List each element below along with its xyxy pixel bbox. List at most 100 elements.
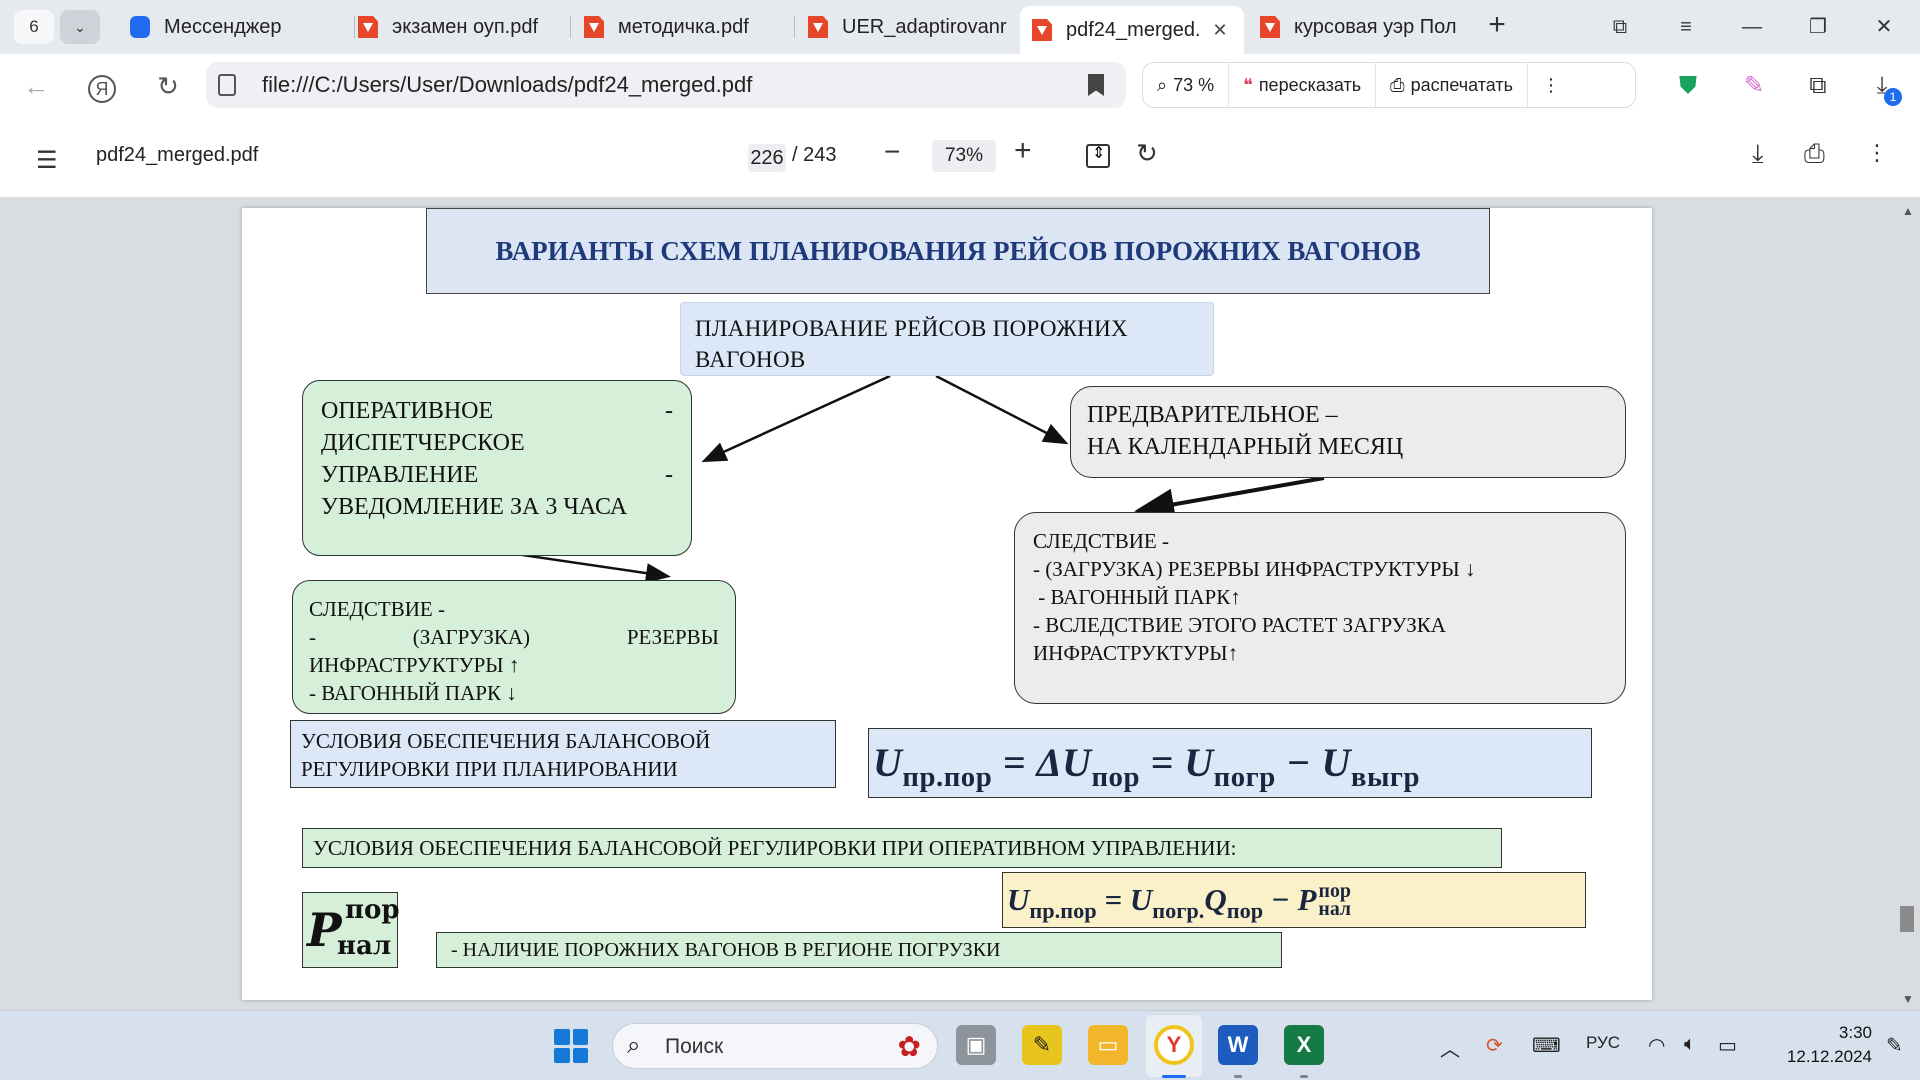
pdf-toolbar: ☰ pdf24_merged.pdf 226 / 243 − 73% + ↻ ⤓… <box>0 116 1920 198</box>
preliminary-line1: ПРЕДВАРИТЕЛЬНОЕ – <box>1087 402 1338 428</box>
fit-page-icon[interactable] <box>1086 143 1110 168</box>
app-indicator <box>1234 1075 1242 1078</box>
yandex-browser-icon[interactable]: Y <box>1154 1025 1194 1065</box>
consequence-right-line1: СЛЕДСТВИЕ - <box>1033 529 1169 553</box>
operative-line4: УВЕДОМЛЕНИЕ ЗА 3 ЧАСА <box>321 494 628 520</box>
tab-messenger[interactable]: Мессенджер <box>118 6 352 48</box>
tab-count-button[interactable]: 6 <box>14 10 54 44</box>
printer-icon: ⎙ <box>1390 74 1405 95</box>
excel-icon[interactable]: X <box>1284 1025 1324 1065</box>
retell-label: пересказать <box>1258 74 1362 95</box>
vertical-scrollbar[interactable]: ▲ ▼ <box>1892 198 1920 1010</box>
formula2-sub1: пр.пор <box>1029 897 1097 923</box>
arrow-root-to-operative <box>701 374 891 463</box>
language-indicator[interactable]: РУС <box>1586 1033 1620 1053</box>
back-arrow-icon[interactable]: ← <box>16 66 56 106</box>
search-icon: ⌕ <box>627 1032 641 1059</box>
print-button[interactable]: ⎙ распечатать <box>1376 62 1529 108</box>
yandex-logo-icon[interactable]: Я <box>82 66 122 106</box>
tab-separator <box>570 16 571 38</box>
tab-pdf24-merged[interactable]: pdf24_merged. ✕ <box>1020 6 1244 54</box>
pdf-icon <box>808 16 828 38</box>
retell-icon: ❝ <box>1243 74 1253 95</box>
clock[interactable]: 3:30 12.12.2024 <box>1768 1021 1872 1069</box>
print-icon[interactable]: ⎙ <box>1804 138 1825 170</box>
collections-icon[interactable]: ⧉ <box>1598 8 1642 46</box>
operative-node: ОПЕРАТИВНОЕ - ДИСПЕТЧЕРСКОЕ УПРАВЛЕНИЕ - У… <box>302 380 692 556</box>
restore-icon[interactable]: ❐ <box>1796 8 1840 46</box>
formula2-eq1: = U <box>1096 882 1153 917</box>
reload-icon[interactable]: ↻ <box>148 66 188 106</box>
keyboard-icon[interactable]: ⌨ <box>1532 1033 1561 1058</box>
formula1-eq3: − U <box>1275 740 1351 785</box>
sidebar-menu-icon[interactable]: ☰ <box>36 146 58 175</box>
file-explorer-icon[interactable]: ▭ <box>1088 1025 1128 1065</box>
zoom-indicator-button[interactable]: ⌕ 73 % <box>1143 62 1230 108</box>
new-tab-button[interactable]: + <box>1480 10 1514 44</box>
retell-button[interactable]: ❝ пересказать <box>1229 62 1377 108</box>
volume-icon[interactable]: 🔈︎ <box>1684 1033 1696 1056</box>
slide-title: ВАРИАНТЫ СХЕМ ПЛАНИРОВАНИЯ РЕЙСОВ ПОРОЖН… <box>426 208 1490 294</box>
formula-operative: Uпр.пор = Uпогр.Qпор − Pпор нал <box>1002 872 1586 928</box>
scroll-down-icon[interactable]: ▼ <box>1902 992 1914 1006</box>
menu-icon[interactable]: ≡ <box>1664 8 1708 46</box>
pdf-page: ВАРИАНТЫ СХЕМ ПЛАНИРОВАНИЯ РЕЙСОВ ПОРОЖН… <box>242 208 1652 1000</box>
address-row: ← Я ↻ file:///C:/Users/User/Downloads/pd… <box>0 54 1920 116</box>
pdf-icon <box>1260 16 1280 38</box>
protect-shield-icon[interactable]: ⛊ <box>1668 66 1708 106</box>
tab-exam-pdf[interactable]: экзамен оуп.pdf <box>346 6 568 48</box>
zoom-out-icon[interactable]: − <box>884 136 900 168</box>
bookmark-icon[interactable] <box>1088 74 1104 96</box>
wifi-icon[interactable]: ◠ <box>1648 1033 1665 1058</box>
download-icon[interactable]: ⤓ <box>1752 138 1764 170</box>
sync-icon[interactable]: ⟳ <box>1486 1033 1503 1058</box>
formula2-eq3: − P <box>1263 882 1317 917</box>
consequence-left-line3: ИНФРАСТРУКТУРЫ ↑ <box>309 653 520 677</box>
chevron-up-icon[interactable]: ︿ <box>1440 1033 1460 1062</box>
operative-dash3: - <box>665 462 673 488</box>
formula1-u: U <box>873 740 903 785</box>
tab-label: методичка.pdf <box>618 15 749 38</box>
scroll-up-icon[interactable]: ▲ <box>1902 204 1914 218</box>
tab-kursovaya-pdf[interactable]: курсовая уэр Пол <box>1248 6 1470 48</box>
start-windows-icon[interactable] <box>554 1029 588 1063</box>
notifications-icon[interactable]: ✎ <box>1886 1033 1903 1058</box>
p-symbol-box: P пор нал <box>302 892 400 968</box>
preliminary-node: ПРЕДВАРИТЕЛЬНОЕ – НА КАЛЕНДАРНЫЙ МЕСЯЦ <box>1070 386 1626 478</box>
url-text[interactable]: file:///C:/Users/User/Downloads/pdf24_me… <box>262 72 752 98</box>
tab-list-chevron-icon[interactable]: ⌄ <box>60 10 100 44</box>
consequence-left-load: (ЗАГРУЗКА) <box>412 625 531 649</box>
task-view-icon[interactable]: ▣ <box>956 1025 996 1065</box>
poinsettia-icon: ✿ <box>897 1031 921 1062</box>
downloads-icon[interactable]: ⤓ 1 <box>1862 66 1902 106</box>
more-options-icon[interactable]: ⋮ <box>1866 140 1888 166</box>
taskbar-search[interactable]: ⌕ Поиск ✿ <box>612 1023 938 1069</box>
close-tab-icon[interactable]: ✕ <box>1213 20 1228 41</box>
battery-icon[interactable]: ▭ <box>1718 1033 1737 1058</box>
formula-planning: Uпр.пор = ΔUпор = Uпогр − Uвыгр <box>868 728 1592 798</box>
tab-metodichka-pdf[interactable]: методичка.pdf <box>572 6 794 48</box>
operative-line1: ОПЕРАТИВНОЕ <box>321 398 494 424</box>
word-icon[interactable]: W <box>1218 1025 1258 1065</box>
tab-uer-pdf[interactable]: UER_adaptirovanr <box>796 6 1018 48</box>
minimize-icon[interactable]: — <box>1730 8 1774 46</box>
scroll-thumb[interactable] <box>1900 906 1914 932</box>
formula2-u: U <box>1007 882 1030 917</box>
extensions-icon[interactable]: ⧉ <box>1798 66 1838 106</box>
close-window-icon[interactable]: ✕ <box>1862 8 1906 46</box>
tab-label: экзамен оуп.pdf <box>392 15 539 38</box>
rotate-icon[interactable]: ↻ <box>1136 138 1158 169</box>
search-zoom-icon: ⌕ <box>1157 74 1168 95</box>
downloads-badge: 1 <box>1884 88 1902 106</box>
more-tools-icon[interactable]: ⋮ <box>1528 62 1574 108</box>
pdf-icon <box>358 16 378 38</box>
zoom-in-icon[interactable]: + <box>1014 134 1032 168</box>
page-number-input[interactable]: 226 <box>748 144 786 172</box>
address-bar[interactable]: file:///C:/Users/User/Downloads/pdf24_me… <box>206 62 1126 108</box>
p-symbol-description: - НАЛИЧИЕ ПОРОЖНИХ ВАГОНОВ В РЕГИОНЕ ПОГ… <box>436 932 1282 968</box>
pen-icon[interactable]: ✎ <box>1734 66 1774 106</box>
zoom-input[interactable]: 73% <box>932 140 996 172</box>
operative-line3: УПРАВЛЕНИЕ <box>321 462 479 488</box>
page-tools: ⌕ 73 % ❝ пересказать ⎙ распечатать ⋮ <box>1142 62 1636 108</box>
sticky-notes-icon[interactable]: ✎ <box>1022 1025 1062 1065</box>
